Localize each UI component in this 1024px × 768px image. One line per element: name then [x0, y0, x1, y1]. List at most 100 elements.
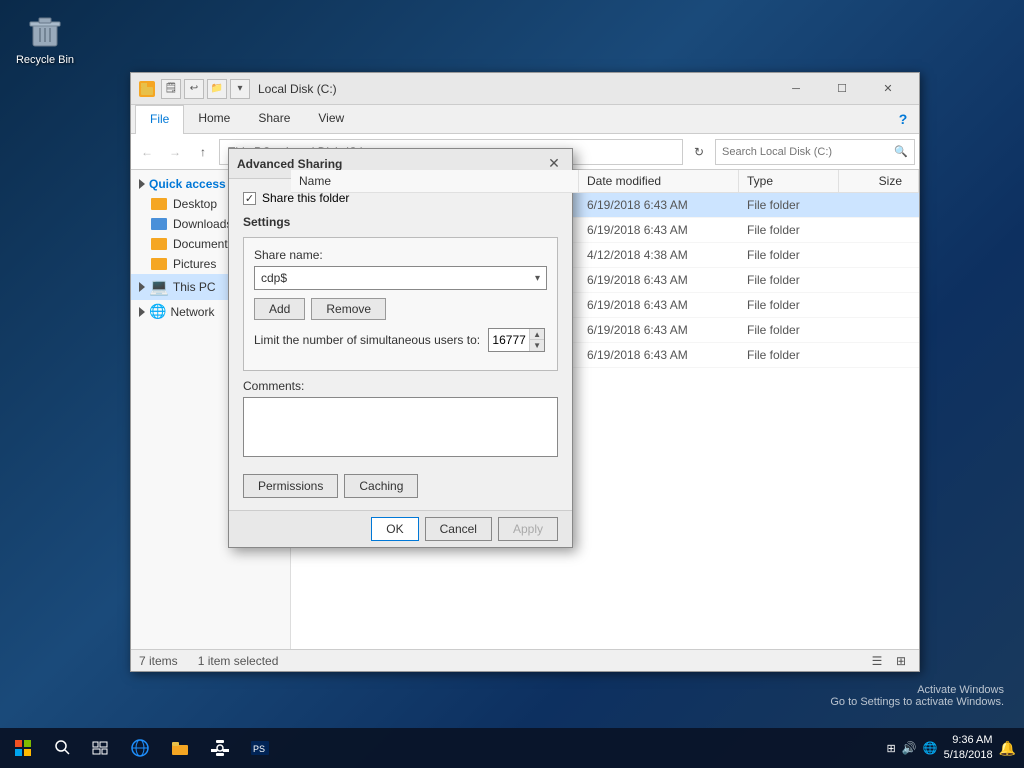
cancel-button[interactable]: Cancel [425, 517, 492, 541]
file-date-cell: 6/19/2018 6:43 AM [579, 345, 739, 365]
close-button[interactable]: ✕ [865, 73, 911, 105]
up-button[interactable]: ↑ [191, 140, 215, 164]
search-input[interactable] [722, 146, 894, 158]
ribbon-tabs: File Home Share View ? [131, 105, 919, 133]
selection-info: 1 item selected [198, 654, 279, 668]
large-icons-view-btn[interactable]: ⊞ [891, 652, 911, 670]
add-button[interactable]: Add [254, 298, 305, 320]
tab-view[interactable]: View [304, 105, 358, 133]
activate-watermark: Activate Windows Go to Settings to activ… [830, 684, 1004, 708]
powershell-taskbar-button[interactable]: PS [240, 728, 280, 768]
col-type[interactable]: Type [739, 170, 839, 192]
downloads-folder-icon [151, 218, 167, 230]
notification-icon[interactable]: 🔔 [999, 740, 1016, 757]
recycle-bin-icon[interactable]: Recycle Bin [10, 10, 80, 66]
file-type-cell: File folder [739, 320, 839, 340]
file-size-cell [839, 252, 919, 258]
advanced-sharing-dialog: Advanced Sharing ✕ Share this folder Set… [228, 148, 573, 548]
network-tray-icon[interactable]: 🌐 [923, 741, 938, 755]
ok-button[interactable]: OK [371, 517, 418, 541]
refresh-button[interactable]: ↻ [687, 140, 711, 164]
remove-button[interactable]: Remove [311, 298, 386, 320]
help-button[interactable]: ? [891, 105, 915, 133]
desktop-label: Desktop [173, 197, 217, 211]
limit-label: Limit the number of simultaneous users t… [254, 333, 480, 347]
search-box[interactable]: 🔍 [715, 139, 915, 165]
details-view-btn[interactable]: ☰ [867, 652, 887, 670]
dialog-footer: OK Cancel Apply [229, 510, 572, 547]
forward-button[interactable]: → [163, 140, 187, 164]
file-date-cell: 6/19/2018 6:43 AM [579, 320, 739, 340]
tray-icon-1[interactable]: ⊞ [887, 742, 896, 755]
window-controls: ─ ☐ ✕ [773, 73, 911, 105]
quick-access-label: Quick access [149, 177, 226, 191]
spinner-down-button[interactable]: ▼ [530, 340, 544, 351]
system-tray-icons: ⊞ 🔊 🌐 [887, 741, 938, 755]
share-name-label: Share name: [254, 248, 547, 262]
limit-input[interactable] [489, 329, 529, 351]
file-date-cell: 6/19/2018 6:43 AM [579, 220, 739, 240]
documents-label: Documents [173, 237, 234, 251]
thispc-icon: 💻 [149, 277, 169, 297]
permissions-caching-buttons: Permissions Caching [243, 474, 558, 498]
share-checkbox[interactable] [243, 192, 256, 205]
share-name-dropdown[interactable]: cdp$ ▾ [254, 266, 547, 290]
file-size-cell [839, 227, 919, 233]
pictures-folder-icon [151, 258, 167, 270]
share-name-value: cdp$ [261, 271, 287, 285]
col-name[interactable]: Name [291, 170, 579, 192]
thispc-expand-icon [139, 282, 145, 292]
caching-button[interactable]: Caching [344, 474, 418, 498]
activate-line1: Activate Windows [830, 684, 1004, 696]
file-date-cell: 6/19/2018 6:43 AM [579, 270, 739, 290]
file-type-cell: File folder [739, 245, 839, 265]
maximize-button[interactable]: ☐ [819, 73, 865, 105]
permissions-button[interactable]: Permissions [243, 474, 338, 498]
tab-home[interactable]: Home [184, 105, 244, 133]
search-icon: 🔍 [894, 145, 908, 158]
limit-row: Limit the number of simultaneous users t… [254, 328, 547, 352]
ie-taskbar-button[interactable] [120, 728, 160, 768]
dialog-body: Share this folder Settings Share name: c… [229, 179, 572, 510]
dialog-title: Advanced Sharing [237, 157, 544, 171]
explorer-titlebar: 🗒 ↩ 📁 ▾ Local Disk (C:) ─ ☐ ✕ [131, 73, 919, 105]
explorer-taskbar-button[interactable] [160, 728, 200, 768]
col-size[interactable]: Size [839, 170, 919, 192]
taskbar-clock[interactable]: 9:36 AM 5/18/2018 [944, 733, 993, 764]
tab-share[interactable]: Share [244, 105, 304, 133]
file-type-cell: File folder [739, 195, 839, 215]
tab-file[interactable]: File [135, 105, 184, 134]
limit-spinner[interactable]: ▲ ▼ [488, 328, 545, 352]
status-bar: 7 items 1 item selected ☰ ⊞ [131, 649, 919, 671]
comments-label: Comments: [243, 379, 558, 393]
folder-up-qbtn[interactable]: 📁 [207, 79, 227, 99]
start-button[interactable] [0, 728, 45, 768]
speakers-icon[interactable]: 🔊 [902, 741, 917, 755]
apply-button[interactable]: Apply [498, 517, 558, 541]
view-controls: ☰ ⊞ [867, 652, 911, 670]
pictures-label: Pictures [173, 257, 216, 271]
ribbon: File Home Share View ? [131, 105, 919, 134]
network-icon: 🌐 [149, 303, 166, 320]
file-date-cell: 4/12/2018 4:38 AM [579, 245, 739, 265]
dropdown-qbtn[interactable]: ▾ [230, 79, 250, 99]
svg-text:PS: PS [253, 744, 265, 754]
file-size-cell [839, 277, 919, 283]
share-checkbox-row: Share this folder [243, 191, 558, 205]
task-view-button[interactable] [80, 728, 120, 768]
spinner-up-button[interactable]: ▲ [530, 329, 544, 340]
taskbar-tray: ⊞ 🔊 🌐 9:36 AM 5/18/2018 🔔 [879, 733, 1024, 764]
col-date[interactable]: Date modified [579, 170, 739, 192]
taskbar-search-button[interactable] [45, 728, 80, 768]
activate-line2: Go to Settings to activate Windows. [830, 696, 1004, 708]
undo-qbtn[interactable]: ↩ [184, 79, 204, 99]
network-expand-icon [139, 307, 145, 317]
settings-taskbar-button[interactable] [200, 728, 240, 768]
thispc-label: This PC [173, 280, 216, 294]
file-size-cell [839, 352, 919, 358]
minimize-button[interactable]: ─ [773, 73, 819, 105]
network-label: Network [170, 305, 214, 319]
properties-qbtn[interactable]: 🗒 [161, 79, 181, 99]
back-button[interactable]: ← [135, 140, 159, 164]
comments-textarea[interactable] [243, 397, 558, 457]
